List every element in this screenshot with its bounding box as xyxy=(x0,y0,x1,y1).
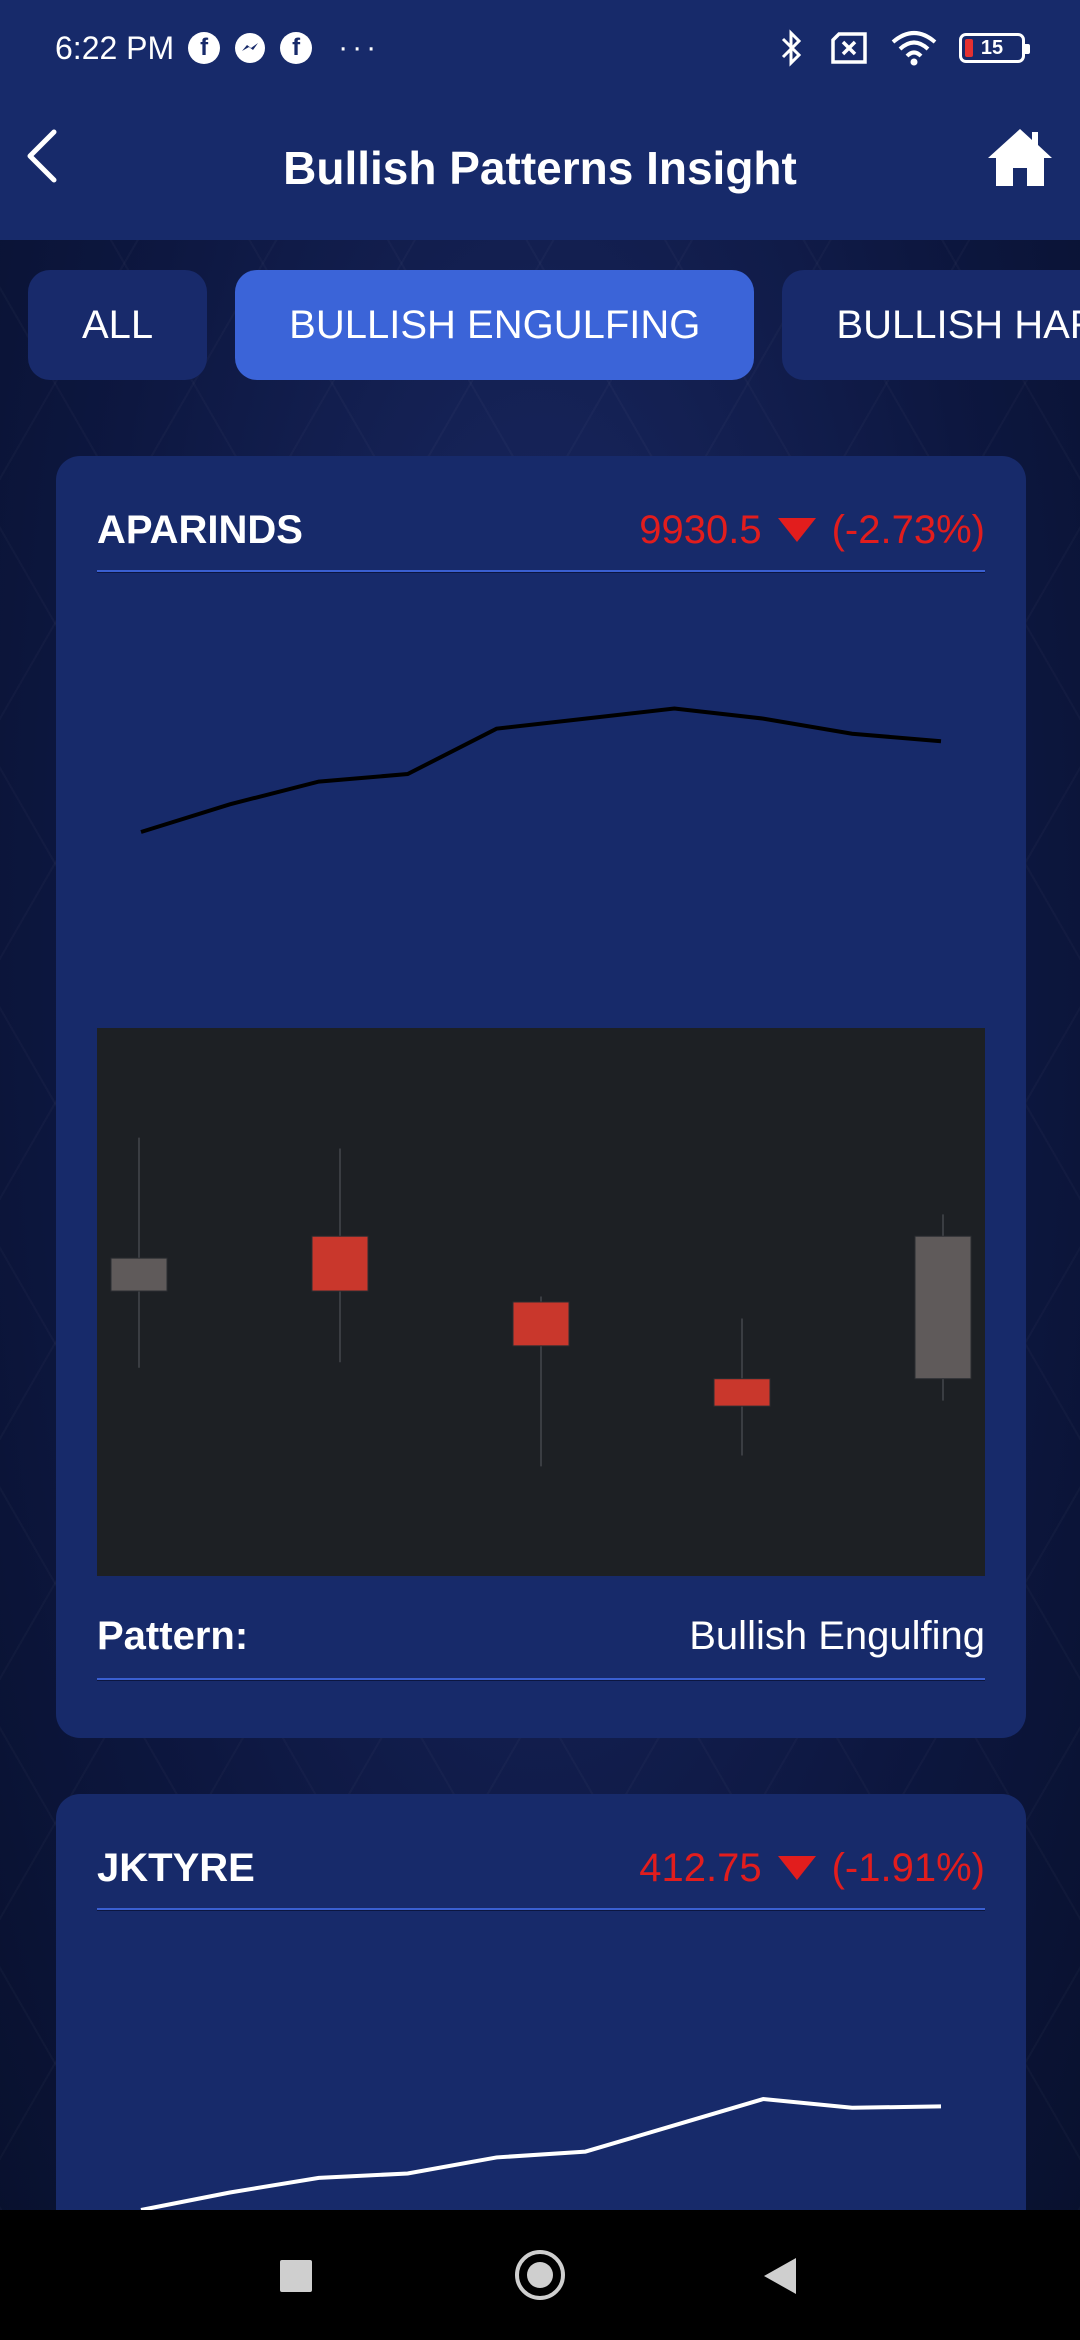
bluetooth-icon xyxy=(781,29,802,67)
app-bar: Bullish Patterns Insight xyxy=(0,96,1080,240)
home-button[interactable] xyxy=(515,2250,565,2300)
price-down-icon xyxy=(777,518,816,542)
price-change: (-1.91%) xyxy=(831,1845,985,1890)
tab-bullish-engulfing[interactable]: BULLISH ENGULFING xyxy=(235,270,755,380)
pattern-tabs: ALL BULLISH ENGULFING BULLISH HARAMI xyxy=(28,270,1080,380)
candle-body xyxy=(914,1235,972,1380)
price-line-series xyxy=(140,706,942,834)
pattern-divider xyxy=(97,1678,985,1681)
price-down-icon xyxy=(777,1856,816,1880)
system-nav-bar xyxy=(0,2210,1080,2340)
card-header: JKTYRE 412.75 (-1.91%) xyxy=(97,1838,985,1898)
wifi-icon xyxy=(891,31,937,66)
tab-bullish-harami[interactable]: BULLISH HARAMI xyxy=(782,270,1080,380)
price-line-chart xyxy=(140,706,942,834)
price-info: 9930.5 (-2.73%) xyxy=(639,508,985,553)
stock-price: 9930.5 xyxy=(639,507,762,552)
chevron-left-icon[interactable] xyxy=(14,124,78,188)
home-icon[interactable] xyxy=(986,126,1054,188)
header-divider xyxy=(97,1908,985,1911)
candle-body xyxy=(311,1235,369,1292)
status-app-icons: f f ··· xyxy=(188,31,380,65)
tab-label: BULLISH ENGULFING xyxy=(289,302,701,347)
facebook-icon: f xyxy=(188,32,221,64)
candle-body xyxy=(512,1301,570,1347)
price-change: (-2.73%) xyxy=(831,507,985,552)
messenger-icon xyxy=(235,33,266,63)
card-header: APARINDS 9930.5 (-2.73%) xyxy=(97,500,985,560)
pattern-value: Bullish Engulfing xyxy=(689,1613,985,1658)
stock-symbol: APARINDS xyxy=(97,507,303,552)
page-title: Bullish Patterns Insight xyxy=(283,142,797,194)
stock-card[interactable]: JKTYRE 412.75 (-1.91%) xyxy=(56,1794,1026,2274)
stock-card[interactable]: APARINDS 9930.5 (-2.73%) Pattern: Bullis… xyxy=(56,456,1026,1738)
price-line-series xyxy=(140,2097,942,2212)
status-bar: 6:22 PM f f ··· 15 xyxy=(0,0,1080,96)
header-divider xyxy=(97,570,985,573)
battery-icon: 15 xyxy=(959,33,1030,63)
more-notifications-icon: ··· xyxy=(338,31,381,64)
pattern-row: Pattern: Bullish Engulfing xyxy=(97,1606,985,1666)
stock-symbol: JKTYRE xyxy=(97,1845,255,1890)
candle-body xyxy=(713,1378,771,1407)
status-right-icons: 15 xyxy=(777,29,1030,67)
back-button[interactable] xyxy=(764,2258,796,2294)
battery-level: 15 xyxy=(980,36,1004,59)
tab-label: BULLISH HARAMI xyxy=(836,302,1080,347)
candle-body xyxy=(110,1257,168,1292)
recent-apps-button[interactable] xyxy=(280,2260,312,2292)
tab-all[interactable]: ALL xyxy=(28,270,208,380)
pattern-label: Pattern: xyxy=(97,1613,249,1658)
status-time: 6:22 PM xyxy=(55,29,175,66)
tab-label: ALL xyxy=(82,302,154,347)
no-sim-icon xyxy=(831,32,867,64)
price-info: 412.75 (-1.91%) xyxy=(639,1846,985,1891)
candlestick-chart xyxy=(97,1028,985,1576)
stock-price: 412.75 xyxy=(639,1845,762,1890)
facebook-icon: f xyxy=(280,32,313,64)
